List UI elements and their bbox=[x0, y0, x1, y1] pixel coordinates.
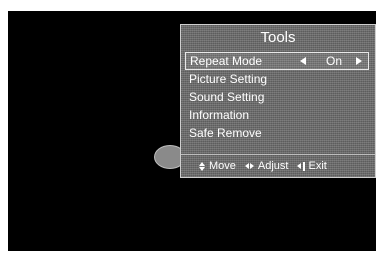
menu-item-label: Safe Remove bbox=[189, 126, 262, 140]
menu-item-label: Repeat Mode bbox=[190, 54, 263, 68]
menu-item-label: Information bbox=[189, 108, 250, 122]
left-arrow-icon[interactable] bbox=[299, 57, 306, 65]
menu-item-picture-setting[interactable]: Picture Setting bbox=[185, 70, 369, 88]
repeat-mode-value: On bbox=[325, 54, 342, 68]
footer-adjust-label: Adjust bbox=[257, 160, 289, 172]
up-down-arrows-icon bbox=[199, 161, 205, 171]
footer-adjust: Adjust bbox=[244, 160, 289, 172]
footer-help-bar: Move Adjust Exit bbox=[181, 154, 375, 177]
footer-move-label: Move bbox=[209, 160, 236, 172]
tools-menu-panel: Tools Repeat Mode On Picture Setting Sou… bbox=[180, 24, 376, 178]
menu-item-label: Picture Setting bbox=[189, 72, 268, 86]
panel-title: Tools bbox=[260, 29, 296, 46]
menu-item-repeat-mode[interactable]: Repeat Mode On bbox=[185, 52, 369, 70]
repeat-mode-selector[interactable]: On bbox=[299, 53, 362, 69]
menu-item-sound-setting[interactable]: Sound Setting bbox=[185, 88, 369, 106]
left-right-arrows-icon bbox=[244, 163, 254, 169]
menu-item-label: Sound Setting bbox=[189, 90, 265, 104]
footer-exit: Exit bbox=[297, 160, 327, 172]
menu-item-safe-remove[interactable]: Safe Remove bbox=[185, 124, 369, 142]
footer-exit-label: Exit bbox=[308, 160, 327, 172]
right-arrow-icon[interactable] bbox=[356, 57, 362, 65]
tools-menu-list: Repeat Mode On Picture Setting Sound Set… bbox=[185, 52, 369, 142]
exit-icon bbox=[297, 161, 306, 171]
menu-item-information[interactable]: Information bbox=[185, 106, 369, 124]
footer-move: Move bbox=[199, 160, 236, 172]
